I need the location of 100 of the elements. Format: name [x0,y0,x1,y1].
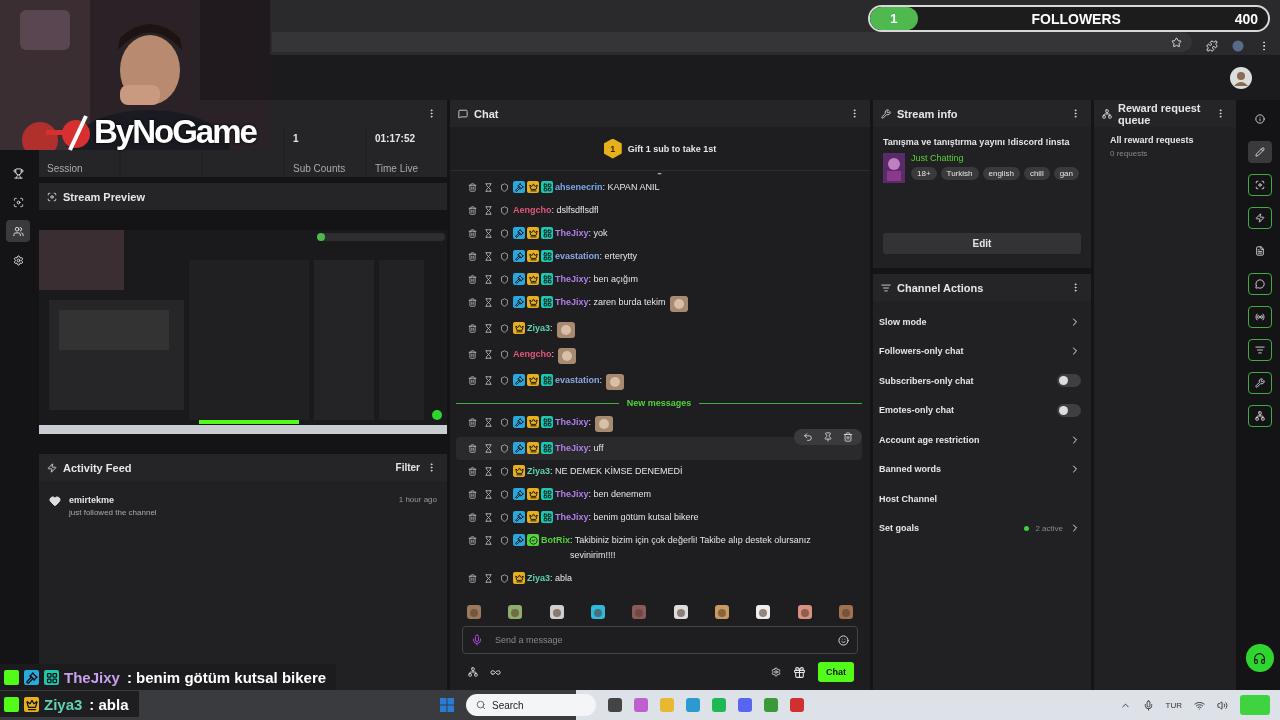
emote-icon[interactable] [590,604,606,620]
tag[interactable]: chill [1023,167,1050,180]
hourglass-icon[interactable] [484,298,493,307]
action-row[interactable]: Banned words [873,454,1091,484]
action-row[interactable]: Set goals 2 active [873,513,1091,543]
trash-icon[interactable] [468,574,477,583]
hourglass-icon[interactable] [484,467,493,476]
sidebar-button[interactable] [1247,372,1272,394]
shield-icon[interactable] [500,490,509,499]
sidebar-button[interactable] [1247,174,1272,196]
shield-icon[interactable] [500,206,509,215]
hourglass-icon[interactable] [484,376,493,385]
hourglass-icon[interactable] [484,229,493,238]
username[interactable]: Aengcho [513,203,552,218]
trash-icon[interactable] [468,206,477,215]
toggle-switch[interactable] [1057,403,1081,417]
shield-icon[interactable] [500,183,509,192]
hourglass-icon[interactable] [484,536,493,545]
action-row[interactable]: Emotes-only chat [873,395,1091,425]
username[interactable]: Aengcho [513,347,552,362]
sidebar-button[interactable] [1247,207,1272,229]
emote-icon[interactable] [796,604,813,620]
username[interactable]: Ziya3 [527,571,550,586]
chat-message[interactable]: Aengcho: dslfsdflsdfl [456,199,862,222]
shield-icon[interactable] [500,536,509,545]
action-row[interactable]: Followers-only chat [873,336,1091,366]
shield-icon[interactable] [500,513,509,522]
chat-message[interactable]: BotRix: Takibiniz bizim için çok değerli! Takibe alıp destek olursanız sevinirim!!!! [456,529,862,567]
emote-icon[interactable] [548,604,565,620]
search-field[interactable]: Search [466,694,596,716]
chat-message[interactable]: Ziya3: abla [456,567,862,590]
shield-icon[interactable] [500,376,509,385]
chat-send-button[interactable]: Chat [818,662,854,682]
shield-icon[interactable] [500,252,509,261]
star-icon[interactable] [1171,36,1182,48]
username[interactable]: Ziya3 [527,321,550,336]
message-field[interactable]: Send a message [493,634,828,646]
shield-icon[interactable] [500,418,509,427]
tag[interactable]: 18+ [911,167,937,180]
emote-icon[interactable] [507,604,524,620]
hourglass-icon[interactable] [484,350,493,359]
sidebar-button[interactable] [1247,339,1272,361]
hourglass-icon[interactable] [484,444,493,453]
hourglass-icon[interactable] [484,183,493,192]
gift-icon[interactable] [793,665,806,679]
username[interactable]: evastation [555,373,600,388]
toggle-switch[interactable] [1057,374,1081,388]
language-indicator[interactable]: TUR [1165,700,1182,710]
chat-message[interactable]: TheJixy: ben açığım [456,268,862,291]
chat-message[interactable]: TheJixy: benim götüm kutsal bikere [456,506,862,529]
chat-message[interactable]: Ziya3: NE DEMEK KİMSE DENEMEDİ [456,460,862,483]
mic-icon[interactable] [1142,699,1154,711]
emote-icon[interactable] [755,604,772,620]
tag[interactable]: Turkish [940,167,979,180]
trash-icon[interactable] [468,324,477,333]
hourglass-icon[interactable] [484,206,493,215]
emote-icon[interactable] [713,604,730,620]
sidebar-button[interactable] [1247,141,1272,163]
emote-icon[interactable] [672,604,689,620]
trash-icon[interactable] [468,376,477,385]
emoji-icon[interactable] [838,634,849,646]
hourglass-icon[interactable] [484,252,493,261]
shield-icon[interactable] [500,275,509,284]
filter-button[interactable]: Filter [395,462,420,473]
category-link[interactable]: Just Chatting [911,153,1079,163]
edit-button[interactable]: Edit [883,233,1081,254]
shield-icon[interactable] [500,574,509,583]
action-row[interactable]: Host Channel [873,484,1091,514]
hourglass-icon[interactable] [484,490,493,499]
chat-message[interactable]: TheJixy: ben denemem [456,483,862,506]
shield-icon[interactable] [500,467,509,476]
trash-icon[interactable] [468,444,477,453]
settings-icon[interactable] [771,667,781,677]
hourglass-icon[interactable] [484,574,493,583]
hourglass-icon[interactable] [484,513,493,522]
chat-message[interactable]: TheJixy: [456,411,862,437]
username[interactable]: BotRix [541,533,570,548]
trash-icon[interactable] [468,298,477,307]
avatar[interactable] [1230,66,1252,89]
trash-icon[interactable] [468,350,477,359]
trash-icon[interactable] [468,183,477,192]
username[interactable]: TheJixy [555,487,589,502]
shield-icon[interactable] [500,324,509,333]
action-row[interactable]: Subscribers-only chat [873,366,1091,396]
username[interactable]: TheJixy [555,510,589,525]
username[interactable]: TheJixy [555,226,589,241]
trash-icon[interactable] [468,490,477,499]
hourglass-icon[interactable] [484,324,493,333]
shield-icon[interactable] [500,444,509,453]
sidebar-button[interactable] [1247,405,1272,427]
volume-icon[interactable] [1217,699,1228,711]
trash-icon[interactable] [468,229,477,238]
trash-icon[interactable] [468,513,477,522]
chat-message[interactable]: evastation: erterytty [456,245,862,268]
username[interactable]: TheJixy [555,415,589,430]
chat-message[interactable]: evastation: [456,369,862,395]
trash-icon[interactable] [468,418,477,427]
trash-icon[interactable] [468,275,477,284]
sidebar-button[interactable] [6,220,30,242]
chat-message[interactable]: TheJixy: yok [456,222,862,245]
